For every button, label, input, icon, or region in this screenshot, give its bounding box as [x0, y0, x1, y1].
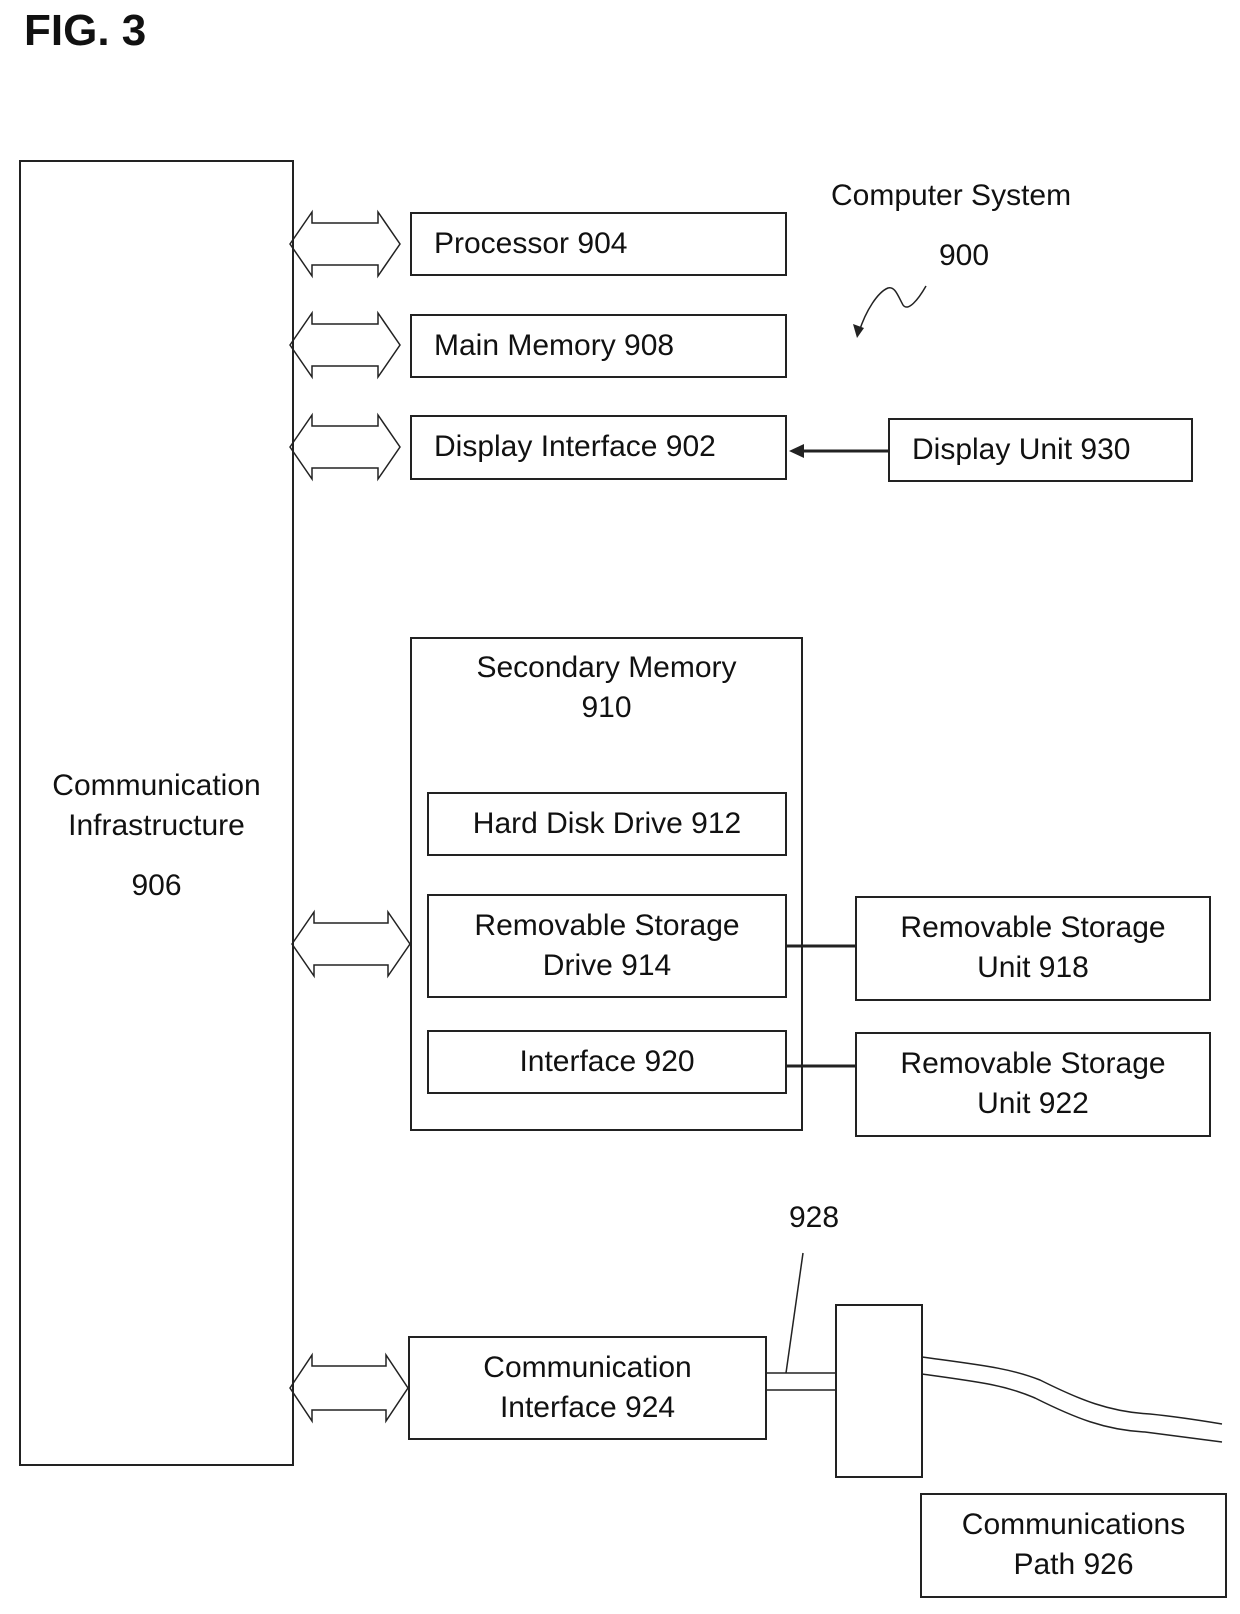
processor-label: Processor 904 [434, 227, 628, 260]
hard-disk-drive-box: Hard Disk Drive 912 [427, 792, 787, 856]
display-unit-box: Display Unit 930 [888, 418, 1193, 482]
display-interface-label: Display Interface 902 [434, 430, 716, 463]
removable-storage-unit-922-label-2: Unit 922 [977, 1087, 1089, 1120]
main-memory-label: Main Memory 908 [434, 329, 675, 362]
main-memory-box: Main Memory 908 [410, 314, 787, 378]
system-pointer-squiggle [858, 285, 927, 333]
removable-storage-unit-918-label-1: Removable Storage [900, 911, 1166, 944]
connector-block [835, 1304, 923, 1478]
display-interface-box: Display Interface 902 [410, 415, 787, 480]
communications-path-box: Communications Path 926 [920, 1493, 1227, 1598]
removable-storage-unit-918-label-2: Unit 918 [977, 951, 1089, 984]
interface-920-box: Interface 920 [427, 1030, 787, 1094]
comm-infrastructure-label-2: Infrastructure [68, 809, 245, 842]
secondary-memory-label-2: 910 [581, 691, 632, 724]
bidirectional-arrow-display-interface [289, 412, 401, 482]
system-pointer-arrowhead-icon [853, 324, 864, 338]
comm-infrastructure-ref: 906 [131, 869, 182, 902]
bidirectional-arrow-main-memory [289, 310, 401, 380]
hard-disk-drive-label: Hard Disk Drive 912 [472, 807, 742, 840]
cable-line-bottom [921, 1373, 1223, 1443]
communication-interface-label-2: Interface 924 [499, 1391, 676, 1424]
system-ref: 900 [939, 239, 990, 272]
removable-storage-drive-label-2: Drive 914 [542, 949, 672, 982]
arrowhead-icon [789, 444, 804, 458]
communication-interface-label-1: Communication [483, 1351, 692, 1384]
communications-path-label-2: Path 926 [1013, 1548, 1134, 1581]
processor-box: Processor 904 [410, 212, 787, 276]
cable-line-top [921, 1356, 1223, 1425]
system-name: Computer System [831, 179, 1072, 212]
comm-infrastructure-label-1: Communication [52, 769, 261, 802]
secondary-memory-label-1: Secondary Memory [476, 651, 737, 684]
removable-storage-drive-label-1: Removable Storage [474, 909, 740, 942]
display-unit-label: Display Unit 930 [912, 433, 1131, 466]
removable-storage-unit-918-box: Removable Storage Unit 918 [855, 896, 1211, 1001]
communication-interface-box: Communication Interface 924 [408, 1336, 767, 1440]
removable-storage-unit-922-box: Removable Storage Unit 922 [855, 1032, 1211, 1137]
removable-storage-unit-922-label-1: Removable Storage [900, 1047, 1166, 1080]
communications-path-label-1: Communications [961, 1508, 1186, 1541]
interface-920-label: Interface 920 [519, 1045, 695, 1078]
bidirectional-arrow-communication-interface [289, 1352, 409, 1424]
removable-storage-drive-box: Removable Storage Drive 914 [427, 894, 787, 998]
bidirectional-arrow-processor [289, 209, 401, 279]
bidirectional-arrow-secondary-memory [291, 909, 411, 979]
channel-ref-label: 928 [789, 1201, 840, 1234]
figure-title: FIG. 3 [24, 6, 147, 55]
channel-ref-leader [785, 1252, 804, 1374]
